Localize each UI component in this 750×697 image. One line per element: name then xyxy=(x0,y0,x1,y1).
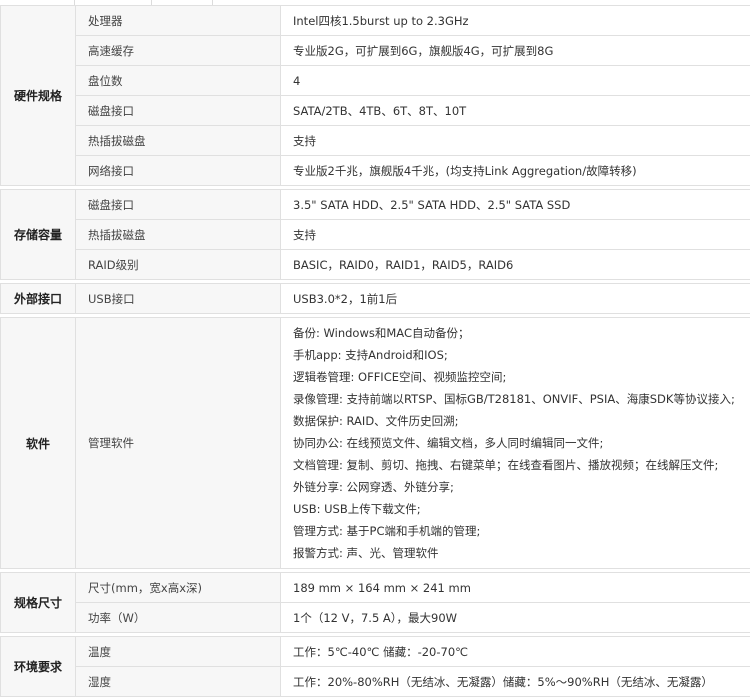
spec-key: 处理器 xyxy=(76,6,281,36)
list-item: 手机app: 支持Android和IOS; xyxy=(293,344,750,366)
spec-key: 磁盘接口 xyxy=(76,190,281,220)
table-row: 硬件规格 处理器 Intel四核1.5burst up to 2.3GHz xyxy=(1,6,750,36)
table-row: 网络接口 专业版2千兆，旗舰版4千兆，(均支持Link Aggregation/… xyxy=(1,156,750,186)
spec-value: Intel四核1.5burst up to 2.3GHz xyxy=(281,6,750,36)
table-row: 环境要求 温度 工作：5℃-40℃ 储藏：-20-70℃ xyxy=(1,637,750,667)
spec-value: 支持 xyxy=(281,220,750,250)
table-row: 外部接口 USB接口 USB3.0*2，1前1后 xyxy=(1,284,750,314)
spec-value: BASIC，RAID0，RAID1，RAID5，RAID6 xyxy=(281,250,750,280)
category-cell: 规格尺寸 xyxy=(1,573,76,633)
table-row: 热插拔磁盘 支持 xyxy=(1,220,750,250)
spec-key: 热插拔磁盘 xyxy=(76,126,281,156)
spec-value: 工作：5℃-40℃ 储藏：-20-70℃ xyxy=(281,637,750,667)
table-row: 存储容量 磁盘接口 3.5" SATA HDD、2.5" SATA HDD、2.… xyxy=(1,190,750,220)
spec-value: 1个（12 V，7.5 A），最大90W xyxy=(281,603,750,633)
list-item: 备份: Windows和MAC自动备份； xyxy=(293,322,750,344)
spec-value: 189 mm × 164 mm × 241 mm xyxy=(281,573,750,603)
list-item: 报警方式: 声、光、管理软件 xyxy=(293,542,750,564)
spec-value: SATA/2TB、4TB、6T、8T、10T xyxy=(281,96,750,126)
spec-value: 专业版2千兆，旗舰版4千兆，(均支持Link Aggregation/故障转移) xyxy=(281,156,750,186)
table-row: 软件 管理软件 备份: Windows和MAC自动备份； 手机app: 支持An… xyxy=(1,318,750,569)
spec-key: 盘位数 xyxy=(76,66,281,96)
spec-value: USB3.0*2，1前1后 xyxy=(281,284,750,314)
category-cell: 存储容量 xyxy=(1,190,76,280)
spec-key: 网络接口 xyxy=(76,156,281,186)
spec-key: USB接口 xyxy=(76,284,281,314)
category-cell: 软件 xyxy=(1,318,76,569)
list-item: 逻辑卷管理: OFFICE空间、视频监控空间; xyxy=(293,366,750,388)
table-row: 规格尺寸 尺寸(mm，宽x高x深) 189 mm × 164 mm × 241 … xyxy=(1,573,750,603)
list-item: 数据保护: RAID、文件历史回溯; xyxy=(293,410,750,432)
spec-value: 支持 xyxy=(281,126,750,156)
table-row: 湿度 工作：20%-80%RH（无结冰、无凝露）储藏：5%～90%RH（无结冰、… xyxy=(1,667,750,697)
spec-key: 功率（W） xyxy=(76,603,281,633)
spec-value: 4 xyxy=(281,66,750,96)
category-cell: 环境要求 xyxy=(1,637,76,697)
table-row: 高速缓存 专业版2G，可扩展到6G，旗舰版4G，可扩展到8G xyxy=(1,36,750,66)
spec-value: 工作：20%-80%RH（无结冰、无凝露）储藏：5%～90%RH（无结冰、无凝露… xyxy=(281,667,750,697)
spec-key: 管理软件 xyxy=(76,318,281,569)
list-item: USB: USB上传下载文件; xyxy=(293,498,750,520)
category-cell: 外部接口 xyxy=(1,284,76,314)
spec-key: 温度 xyxy=(76,637,281,667)
spec-value: 3.5" SATA HDD、2.5" SATA HDD、2.5" SATA SS… xyxy=(281,190,750,220)
table-row: 磁盘接口 SATA/2TB、4TB、6T、8T、10T xyxy=(1,96,750,126)
spec-key: 高速缓存 xyxy=(76,36,281,66)
list-item: 外链分享: 公网穿透、外链分享; xyxy=(293,476,750,498)
spec-key: 湿度 xyxy=(76,667,281,697)
list-item: 文档管理: 复制、剪切、拖拽、右键菜单；在线查看图片、播放视频；在线解压文件; xyxy=(293,454,750,476)
spec-value-multiline: 备份: Windows和MAC自动备份； 手机app: 支持Android和IO… xyxy=(281,318,750,569)
table-row: 盘位数 4 xyxy=(1,66,750,96)
list-item: 管理方式: 基于PC端和手机端的管理; xyxy=(293,520,750,542)
list-item: 协同办公: 在线预览文件、编辑文档，多人同时编辑同一文件; xyxy=(293,432,750,454)
spec-key: RAID级别 xyxy=(76,250,281,280)
spec-key: 磁盘接口 xyxy=(76,96,281,126)
table-row: 热插拔磁盘 支持 xyxy=(1,126,750,156)
spec-key: 热插拔磁盘 xyxy=(76,220,281,250)
spec-table: 硬件规格 处理器 Intel四核1.5burst up to 2.3GHz 高速… xyxy=(0,5,750,697)
spec-value: 专业版2G，可扩展到6G，旗舰版4G，可扩展到8G xyxy=(281,36,750,66)
list-item: 录像管理: 支持前端以RTSP、国标GB/T28181、ONVIF、PSIA、海… xyxy=(293,388,750,410)
spec-key: 尺寸(mm，宽x高x深) xyxy=(76,573,281,603)
table-row: 功率（W） 1个（12 V，7.5 A），最大90W xyxy=(1,603,750,633)
table-row: RAID级别 BASIC，RAID0，RAID1，RAID5，RAID6 xyxy=(1,250,750,280)
software-feature-list: 备份: Windows和MAC自动备份； 手机app: 支持Android和IO… xyxy=(293,318,750,568)
category-cell: 硬件规格 xyxy=(1,6,76,186)
